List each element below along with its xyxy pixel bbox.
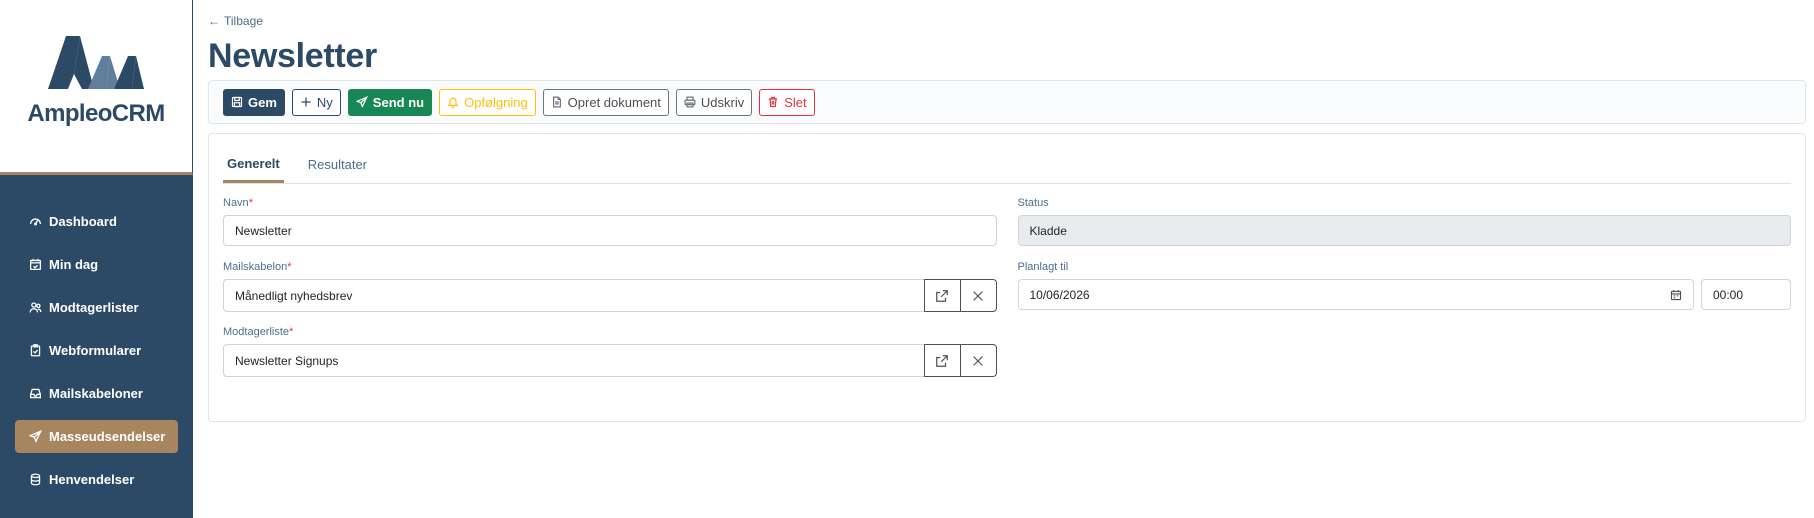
sidebar-item-label: Masseudsendelser (49, 429, 166, 444)
required-marker: * (287, 261, 292, 273)
save-button-label: Gem (248, 94, 277, 110)
recipient-list-input[interactable]: Newsletter Signups (223, 344, 925, 377)
sidebar-item-label: Henvendelser (49, 472, 135, 487)
send-now-button[interactable]: Send nu (347, 88, 433, 116)
tab-bar: Generelt Resultater (223, 144, 1791, 184)
scheduled-time-input[interactable]: 00:00 (1701, 279, 1791, 310)
sidebar-item-webformularer[interactable]: Webformularer (15, 334, 178, 367)
plus-icon (300, 96, 313, 109)
action-toolbar: Gem Ny Send nu Opfølgning Opret dokument… (208, 80, 1806, 124)
recipient-list-label: Modtagerliste* (223, 326, 294, 338)
floppy-icon (231, 96, 244, 109)
open-recipient-list-button[interactable] (923, 344, 961, 377)
sidebar: AmpleoCRM Dashboard Min dag Modtagerlist… (0, 0, 193, 518)
sidebar-item-min-dag[interactable]: Min dag (15, 248, 178, 281)
save-button[interactable]: Gem (223, 88, 285, 116)
people-icon (28, 301, 42, 315)
print-button-label: Udskriv (700, 94, 745, 110)
name-field-group: Navn* Newsletter (223, 197, 997, 246)
scheduled-label: Planlagt til (1017, 261, 1069, 273)
back-link-label: Tilbage (224, 14, 263, 28)
close-icon (973, 355, 983, 366)
send-icon (28, 430, 42, 444)
followup-button-label: Opfølgning (464, 94, 528, 110)
bell-icon (447, 96, 460, 109)
scheduled-date-value: 10/06/2026 (1029, 287, 1090, 302)
tab-generelt[interactable]: Generelt (223, 156, 284, 183)
sidebar-item-masseudsendelser[interactable]: Masseudsendelser (15, 420, 178, 453)
calendar-icon[interactable] (1670, 289, 1682, 301)
scheduled-date-input[interactable]: 10/06/2026 (1017, 279, 1694, 310)
sidebar-item-label: Webformularer (49, 343, 142, 358)
arrow-left-icon: ← (208, 14, 220, 28)
sidebar-item-dashboard[interactable]: Dashboard (15, 205, 178, 238)
send-now-button-label: Send nu (372, 94, 425, 110)
print-button[interactable]: Udskriv (675, 88, 753, 116)
form-column-left: Navn* Newsletter Mailskabelon* Månedligt… (223, 197, 997, 392)
delete-button[interactable]: Slet (759, 88, 815, 116)
scheduled-inputs: 10/06/2026 00:00 (1017, 279, 1791, 310)
sidebar-item-label: Modtagerlister (49, 300, 139, 315)
open-template-button[interactable] (923, 279, 961, 312)
form-column-right: Status Kladde Planlagt til 10/06/2026 00… (1017, 197, 1791, 392)
new-button-label: Ny (316, 94, 333, 110)
clear-template-button[interactable] (959, 279, 997, 312)
form-grid: Navn* Newsletter Mailskabelon* Månedligt… (223, 197, 1791, 392)
sidebar-item-mailskabeloner[interactable]: Mailskabeloner (15, 377, 178, 410)
printer-icon (684, 96, 697, 109)
delete-button-label: Slet (784, 94, 807, 110)
recipient-list-field-group: Modtagerliste* Newsletter Signups (223, 326, 997, 377)
sidebar-item-henvendelser[interactable]: Henvendelser (15, 463, 178, 496)
name-input[interactable]: Newsletter (223, 215, 997, 246)
database-icon (28, 473, 42, 487)
trash-icon (767, 96, 780, 109)
back-link[interactable]: ← Tilbage (208, 13, 263, 29)
page-title: Newsletter (208, 37, 377, 75)
newsletter-form-card: Generelt Resultater Navn* Newsletter Mai… (208, 133, 1806, 422)
recipient-list-input-group: Newsletter Signups (223, 344, 997, 377)
template-input[interactable]: Månedligt nyhedsbrev (223, 279, 925, 312)
create-document-button-label: Opret dokument (567, 94, 661, 110)
status-label: Status (1017, 197, 1049, 209)
create-document-button[interactable]: Opret dokument (542, 88, 669, 116)
speedometer-icon (28, 215, 42, 229)
ampleo-logo-icon (48, 36, 144, 89)
close-icon (973, 290, 983, 301)
send-icon (355, 95, 369, 109)
file-text-icon (551, 96, 564, 109)
required-marker: * (289, 326, 294, 338)
sidebar-item-label: Dashboard (49, 214, 117, 229)
followup-button[interactable]: Opfølgning (439, 88, 536, 116)
brand-name: AmpleoCRM (27, 100, 165, 127)
main-content: ← Tilbage Newsletter Gem Ny Send nu Opfø… (193, 0, 1814, 518)
template-input-group: Månedligt nyhedsbrev (223, 279, 997, 312)
status-field-group: Status Kladde (1017, 197, 1791, 246)
template-label: Mailskabelon* (223, 261, 292, 273)
scheduled-field-group: Planlagt til 10/06/2026 00:00 (1017, 261, 1791, 310)
clear-recipient-list-button[interactable] (959, 344, 997, 377)
required-marker: * (248, 197, 253, 209)
external-link-icon (936, 354, 948, 367)
sidebar-item-modtagerlister[interactable]: Modtagerlister (15, 291, 178, 324)
tab-resultater[interactable]: Resultater (304, 157, 371, 183)
sidebar-item-label: Min dag (49, 257, 99, 272)
name-label: Navn* (223, 197, 253, 209)
inbox-icon (28, 387, 42, 401)
status-input: Kladde (1017, 215, 1791, 246)
template-field-group: Mailskabelon* Månedligt nyhedsbrev (223, 261, 997, 312)
external-link-icon (936, 289, 948, 302)
sidebar-nav: Dashboard Min dag Modtagerlister Webform… (0, 175, 193, 496)
new-button[interactable]: Ny (291, 88, 341, 116)
calendar-check-icon (28, 258, 42, 272)
clipboard-check-icon (28, 344, 42, 358)
logo[interactable]: AmpleoCRM (0, 0, 193, 175)
sidebar-item-label: Mailskabeloner (49, 386, 143, 401)
